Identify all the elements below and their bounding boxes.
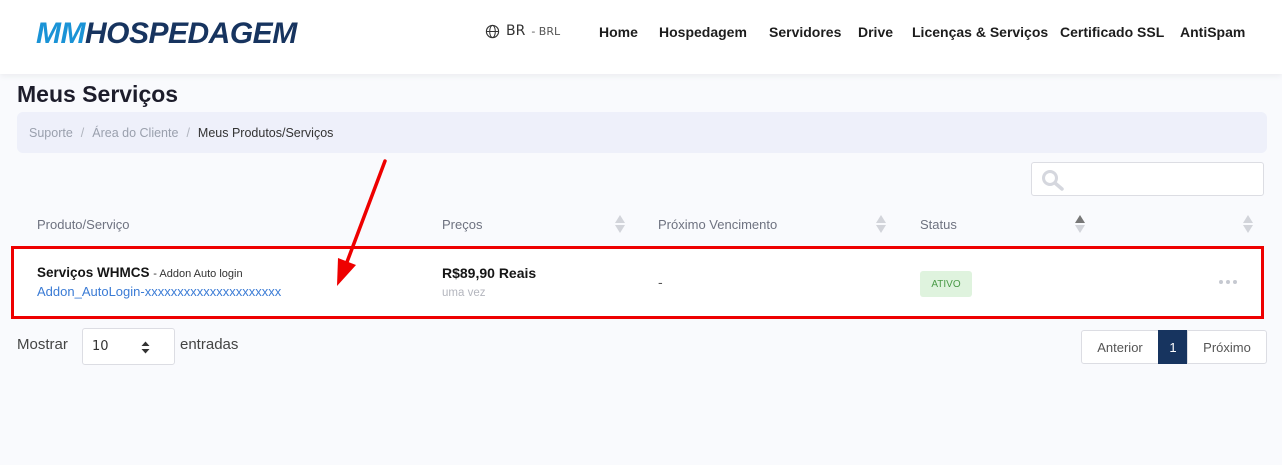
- column-header-produto[interactable]: Produto/Serviço: [37, 217, 130, 232]
- page-size-select[interactable]: 10: [82, 328, 175, 365]
- page-size-value: 10: [92, 339, 109, 354]
- product-group: - Addon Auto login: [153, 268, 243, 280]
- currency-code: - BRL: [531, 24, 561, 38]
- column-header-vencimento[interactable]: Próximo Vencimento: [658, 217, 777, 232]
- breadcrumb-separator: /: [80, 125, 85, 140]
- search-input[interactable]: [1070, 167, 1258, 191]
- nav-drive[interactable]: Drive: [858, 24, 893, 40]
- nav-home[interactable]: Home: [599, 24, 638, 40]
- price-amount: R$89,90 Reais: [442, 265, 537, 281]
- table-search[interactable]: [1031, 162, 1264, 196]
- breadcrumb-current: Meus Produtos/Serviços: [197, 125, 334, 140]
- nav-hospedagem[interactable]: Hospedagem: [659, 24, 747, 40]
- language-selector[interactable]: BR - BRL: [485, 23, 560, 39]
- language-code: BR: [506, 23, 526, 39]
- product-domain-link[interactable]: Addon_AutoLogin-xxxxxxxxxxxxxxxxxxxxx: [37, 284, 281, 299]
- more-options-icon[interactable]: [1219, 280, 1237, 284]
- search-icon: [1042, 170, 1064, 191]
- site-header: MMHOSPEDAGEM BR - BRL Home Hospedagem Se…: [0, 0, 1282, 74]
- sort-icon[interactable]: [614, 214, 626, 234]
- sort-icon[interactable]: [875, 214, 887, 234]
- sort-icon[interactable]: [1242, 214, 1254, 234]
- column-header-precos[interactable]: Preços: [442, 217, 482, 232]
- pagination-previous-button[interactable]: Anterior: [1081, 330, 1159, 364]
- pagination-next-button[interactable]: Próximo: [1187, 330, 1267, 364]
- site-logo[interactable]: MMHOSPEDAGEM: [36, 16, 297, 52]
- column-header-status[interactable]: Status: [920, 217, 957, 232]
- product-name: Serviços WHMCS - Addon Auto login: [37, 265, 243, 280]
- nav-antispam[interactable]: AntiSpam: [1180, 24, 1245, 40]
- next-due-date: -: [658, 276, 663, 291]
- chevron-updown-icon: [141, 341, 150, 354]
- billing-cycle: uma vez: [442, 287, 486, 299]
- pagination-page-1[interactable]: 1: [1158, 330, 1188, 364]
- nav-licencas-servicos[interactable]: Licenças & Serviços: [912, 24, 1048, 40]
- nav-certificado-ssl[interactable]: Certificado SSL: [1060, 24, 1164, 40]
- entries-label: entradas: [180, 336, 239, 353]
- status-badge: ATIVO: [920, 271, 972, 297]
- nav-servidores[interactable]: Servidores: [769, 24, 841, 40]
- breadcrumb-separator: /: [186, 125, 190, 140]
- page-title: Meus Serviços: [17, 81, 179, 107]
- table-row[interactable]: [12, 247, 1264, 318]
- globe-icon: [485, 24, 500, 38]
- breadcrumb-suporte[interactable]: Suporte: [29, 126, 73, 140]
- breadcrumb: Suporte / Área do Cliente / Meus Produto…: [17, 112, 1267, 153]
- show-label: Mostrar: [17, 336, 68, 353]
- sort-active-icon[interactable]: [1074, 214, 1086, 234]
- breadcrumb-area-cliente[interactable]: Área do Cliente: [92, 126, 178, 140]
